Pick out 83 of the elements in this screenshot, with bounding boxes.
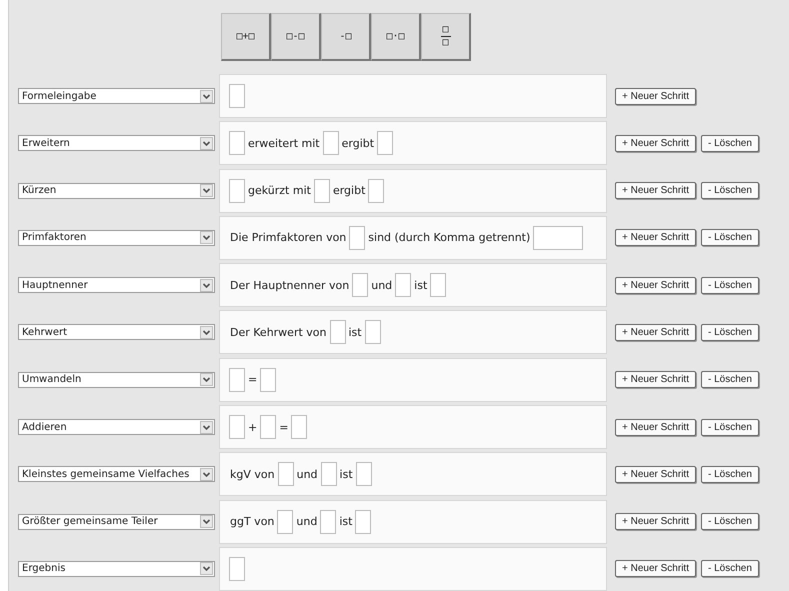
- delete-button[interactable]: - Löschen: [700, 182, 759, 200]
- input-field[interactable]: [229, 84, 245, 108]
- new-step-button[interactable]: + Neuer Schritt: [615, 513, 696, 530]
- step-text: ist: [338, 468, 354, 481]
- step-text: ergibt: [332, 184, 366, 198]
- input-field[interactable]: [229, 178, 245, 203]
- input-field[interactable]: [330, 320, 346, 344]
- input-field[interactable]: [322, 131, 339, 156]
- formula-button[interactable]: □+□: [221, 13, 271, 61]
- input-field[interactable]: [320, 510, 336, 534]
- input-field[interactable]: [368, 178, 384, 203]
- new-step-button[interactable]: + Neuer Schritt: [615, 88, 696, 104]
- step-type-dropdown[interactable]: Kleinstes gemeinsame Vielfaches: [18, 466, 215, 482]
- input-field[interactable]: [349, 226, 366, 250]
- step-text: gekürzt mit: [247, 184, 312, 198]
- input-field[interactable]: [291, 415, 308, 440]
- delete-button[interactable]: - Löschen: [700, 418, 759, 436]
- step-text: und: [370, 278, 394, 292]
- step-text: ergibt: [340, 136, 376, 150]
- step-type-dropdown[interactable]: Erweitern: [18, 135, 215, 152]
- step-type-dropdown[interactable]: Umwandeln: [18, 372, 215, 388]
- step-type-dropdown[interactable]: Formeleingabe: [18, 88, 215, 104]
- input-field[interactable]: [278, 462, 294, 486]
- new-step-button[interactable]: + Neuer Schritt: [615, 560, 696, 578]
- input-field[interactable]: [364, 320, 381, 344]
- input-field[interactable]: [260, 415, 276, 440]
- input-field[interactable]: [229, 556, 245, 581]
- step-text: Der Hauptnenner von: [229, 278, 350, 292]
- step-text: ist: [348, 326, 363, 339]
- step-text: und: [295, 515, 318, 528]
- new-step-button[interactable]: + Neuer Schritt: [615, 276, 696, 294]
- input-field[interactable]: [229, 131, 245, 156]
- input-field[interactable]: [320, 462, 337, 486]
- new-step-button[interactable]: + Neuer Schritt: [615, 182, 696, 200]
- formula-button[interactable]: □·□: [371, 13, 421, 61]
- step-type-dropdown[interactable]: Ergebnis: [18, 560, 215, 577]
- input-field[interactable]: [229, 368, 245, 392]
- formula-button[interactable]: □ □: [421, 13, 471, 61]
- step-text: ggT von: [229, 515, 276, 528]
- step-type-dropdown[interactable]: Größter gemeinsame Teiler: [18, 514, 215, 530]
- delete-button[interactable]: - Löschen: [700, 229, 759, 246]
- delete-button[interactable]: - Löschen: [700, 324, 759, 341]
- delete-button[interactable]: - Löschen: [700, 276, 759, 294]
- new-step-button[interactable]: + Neuer Schritt: [615, 418, 696, 436]
- step-text: ist: [413, 278, 428, 292]
- input-field[interactable]: [533, 226, 584, 250]
- new-step-button[interactable]: + Neuer Schritt: [615, 371, 696, 388]
- step-text: +: [247, 420, 258, 434]
- step-type-dropdown[interactable]: Hauptnenner: [18, 277, 215, 294]
- delete-button[interactable]: - Löschen: [700, 513, 759, 530]
- step-text: erweitert mit: [247, 136, 321, 150]
- step-type-dropdown[interactable]: Addieren: [18, 419, 215, 436]
- step-text: kgV von: [229, 468, 276, 481]
- formula-button[interactable]: -□: [321, 13, 371, 61]
- input-field[interactable]: [277, 510, 294, 534]
- step-text: ist: [338, 515, 354, 528]
- step-text: und: [296, 468, 319, 481]
- new-step-button[interactable]: + Neuer Schritt: [615, 134, 696, 152]
- input-field[interactable]: [377, 131, 394, 156]
- step-type-dropdown[interactable]: Primfaktoren: [18, 230, 215, 246]
- step-text: sind (durch Komma getrennt): [367, 231, 532, 244]
- step-text: =: [247, 373, 258, 386]
- step-type-dropdown[interactable]: Kürzen: [18, 182, 215, 199]
- new-step-button[interactable]: + Neuer Schritt: [615, 466, 696, 483]
- input-field[interactable]: [260, 368, 276, 392]
- step-text: Die Primfaktoren von: [229, 231, 348, 244]
- input-field[interactable]: [352, 273, 368, 298]
- delete-button[interactable]: - Löschen: [700, 134, 759, 152]
- input-field[interactable]: [314, 178, 330, 203]
- delete-button[interactable]: - Löschen: [700, 560, 759, 578]
- step-type-dropdown[interactable]: Kehrwert: [18, 324, 215, 340]
- input-field[interactable]: [395, 273, 412, 298]
- formula-button[interactable]: □-□: [271, 13, 321, 61]
- delete-button[interactable]: - Löschen: [700, 466, 759, 483]
- delete-button[interactable]: - Löschen: [700, 371, 759, 388]
- input-field[interactable]: [430, 273, 446, 298]
- step-text: =: [278, 420, 290, 434]
- new-step-button[interactable]: + Neuer Schritt: [615, 324, 696, 341]
- input-field[interactable]: [355, 510, 372, 534]
- new-step-button[interactable]: + Neuer Schritt: [615, 229, 696, 246]
- input-field[interactable]: [356, 462, 372, 486]
- step-text: Der Kehrwert von: [229, 326, 328, 339]
- input-field[interactable]: [229, 415, 245, 440]
